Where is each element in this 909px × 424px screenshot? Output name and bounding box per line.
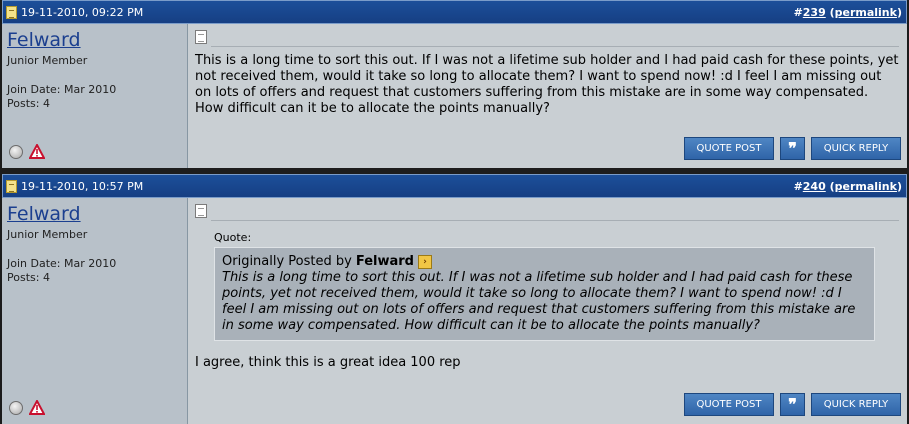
username-link[interactable]: Felward <box>7 30 182 51</box>
post-date-icon <box>6 179 17 193</box>
user-title: Junior Member <box>7 228 88 241</box>
post-count: Posts: 4 <box>7 271 50 284</box>
quote-block: Originally Posted by Felward › This is a… <box>214 247 875 341</box>
post-date-icon <box>6 5 17 19</box>
quote-post-button[interactable]: QUOTE POST <box>684 393 774 416</box>
post-240: 19-11-2010, 10:57 PM #240 (permalink) Fe… <box>0 174 909 424</box>
post-date: 19-11-2010, 09:22 PM <box>21 5 144 19</box>
post-message: This is a long time to sort this out. If… <box>195 53 899 116</box>
post-header: 19-11-2010, 09:22 PM #239 (permalink) <box>2 0 907 24</box>
post-content: This is a long time to sort this out. If… <box>188 24 907 168</box>
report-post-icon[interactable] <box>28 398 46 415</box>
multi-quote-button[interactable]: ❞ <box>780 393 805 416</box>
post-icon <box>195 30 207 44</box>
quick-reply-button[interactable]: QUICK REPLY <box>811 393 901 416</box>
view-post-icon[interactable]: › <box>417 254 432 269</box>
user-info-pane: Felward Junior Member Join Date: Mar 201… <box>2 24 188 168</box>
offline-status-icon <box>9 400 23 415</box>
join-date: Join Date: Mar 2010 <box>7 83 117 96</box>
user-stats: Join Date: Mar 2010 Posts: 4 <box>7 83 182 111</box>
report-post-icon[interactable] <box>28 142 46 159</box>
quote-text: This is a long time to sort this out. If… <box>222 270 856 333</box>
post-number-link[interactable]: 239 <box>803 6 826 19</box>
quick-reply-button[interactable]: QUICK REPLY <box>811 137 901 160</box>
post-number-link[interactable]: 240 <box>803 180 826 193</box>
user-info-pane: Felward Junior Member Join Date: Mar 201… <box>2 198 188 424</box>
permalink-link[interactable]: permalink <box>835 180 897 193</box>
multi-quote-button[interactable]: ❞ <box>780 137 805 160</box>
post-icon <box>195 204 207 218</box>
post-239: 19-11-2010, 09:22 PM #239 (permalink) Fe… <box>0 0 909 168</box>
post-count: Posts: 4 <box>7 97 50 110</box>
permalink-link[interactable]: permalink <box>835 6 897 19</box>
post-message: I agree, think this is a great idea 100 … <box>195 355 461 370</box>
join-date: Join Date: Mar 2010 <box>7 257 117 270</box>
post-date: 19-11-2010, 10:57 PM <box>21 179 144 193</box>
offline-status-icon <box>9 144 23 159</box>
quote-author: Felward <box>355 254 414 269</box>
divider <box>211 220 899 221</box>
divider <box>211 46 899 47</box>
user-stats: Join Date: Mar 2010 Posts: 4 <box>7 257 182 285</box>
quote-attribution: Originally Posted by <box>222 254 352 269</box>
quote-label: Quote: <box>214 231 252 244</box>
quote-post-button[interactable]: QUOTE POST <box>684 137 774 160</box>
user-title: Junior Member <box>7 54 88 67</box>
username-link[interactable]: Felward <box>7 204 182 225</box>
post-content: Quote: Originally Posted by Felward › Th… <box>188 198 907 424</box>
post-header: 19-11-2010, 10:57 PM #240 (permalink) <box>2 174 907 198</box>
